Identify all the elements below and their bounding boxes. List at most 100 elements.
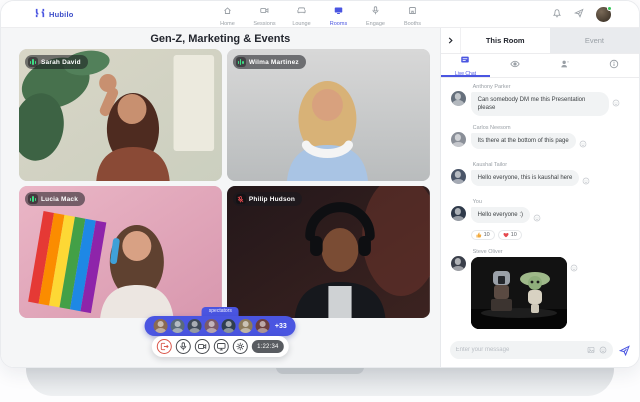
spectators-pill[interactable]: +33 bbox=[145, 316, 296, 336]
message-author: You bbox=[473, 199, 541, 205]
nav-label: Home bbox=[220, 21, 235, 27]
room-title: Gen-Z, Marketing & Events bbox=[1, 33, 440, 45]
call-timer: 1:22:34 bbox=[252, 340, 283, 353]
video-tile-sarah-david[interactable]: Sarah David bbox=[19, 49, 222, 181]
nav-item-lounge[interactable]: Lounge bbox=[283, 2, 320, 27]
content-area: Gen-Z, Marketing & Events bbox=[1, 28, 639, 368]
spectators-label: spectators bbox=[202, 307, 239, 316]
reaction-thumbs-up[interactable]: 10 bbox=[471, 230, 495, 240]
nav-item-rooms[interactable]: Rooms bbox=[320, 2, 357, 27]
message-bubble: Hello everyone, this is kaushal here bbox=[471, 170, 580, 186]
user-avatar[interactable] bbox=[596, 7, 611, 22]
chat-message-own: You Hello everyone :) 10 bbox=[451, 199, 629, 240]
hubilo-logo-icon bbox=[35, 5, 45, 23]
audio-active-icon bbox=[236, 57, 246, 67]
chat-message: Carlos Neesom Its there at the bottom of… bbox=[451, 125, 629, 153]
participant-name-pill: Wilma Martinez bbox=[233, 55, 306, 69]
live-chat-icon bbox=[460, 52, 470, 70]
spectator-avatar bbox=[188, 319, 202, 333]
video-grid: Sarah David bbox=[19, 49, 430, 318]
add-reaction-icon[interactable] bbox=[582, 172, 590, 190]
sidebar-header: This Room Event bbox=[441, 28, 639, 54]
video-tile-wilma-martinez[interactable]: Wilma Martinez bbox=[227, 49, 430, 181]
participant-name: Lucia Mack bbox=[41, 196, 78, 203]
subtab-info[interactable] bbox=[589, 54, 639, 77]
collapse-sidebar-button[interactable] bbox=[441, 28, 461, 53]
send-message-icon[interactable] bbox=[619, 345, 630, 356]
leave-room-button[interactable] bbox=[157, 339, 172, 354]
reaction-count: 10 bbox=[511, 232, 517, 238]
chat-message: Kaushal Tailor Hello everyone, this is k… bbox=[451, 162, 629, 190]
spectator-avatar bbox=[256, 319, 270, 333]
tab-event[interactable]: Event bbox=[550, 28, 639, 53]
main-nav: Home Sessions Lounge bbox=[209, 2, 431, 27]
message-bubble: Can somebody DM me this Presentation ple… bbox=[471, 92, 609, 116]
subtab-label: Live Chat bbox=[455, 71, 476, 77]
mic-muted-icon bbox=[236, 194, 246, 204]
spectator-avatar bbox=[154, 319, 168, 333]
message-author: Steve Oliver bbox=[473, 249, 578, 255]
share-send-icon[interactable] bbox=[574, 5, 584, 23]
spectator-avatar bbox=[239, 319, 253, 333]
call-controls-bar: 1:22:34 bbox=[152, 336, 288, 357]
right-sidebar: This Room Event Live Chat bbox=[440, 28, 639, 368]
laptop-mockup: Hubilo Home Sessions bbox=[0, 0, 640, 402]
spectators-widget: spectators +33 bbox=[145, 307, 296, 336]
settings-gear-button[interactable] bbox=[233, 339, 248, 354]
sessions-icon bbox=[260, 2, 269, 20]
chat-message-image: Steve Oliver bbox=[451, 249, 629, 329]
camera-button[interactable] bbox=[195, 339, 210, 354]
screen-share-button[interactable] bbox=[214, 339, 229, 354]
chat-message-input[interactable] bbox=[456, 347, 583, 353]
engage-icon bbox=[371, 2, 380, 20]
laptop-base-notch bbox=[276, 367, 364, 374]
participant-name-pill: Sarah David bbox=[25, 55, 88, 69]
video-tile-philip-hudson[interactable]: Philip Hudson bbox=[227, 186, 430, 318]
live-chat-feed: Anthony Parker Can somebody DM me this P… bbox=[441, 78, 639, 335]
audio-active-icon bbox=[28, 194, 38, 204]
nav-label: Sessions bbox=[253, 21, 275, 27]
microphone-button[interactable] bbox=[176, 339, 191, 354]
emoji-icon[interactable] bbox=[599, 346, 607, 354]
room-stage: Gen-Z, Marketing & Events bbox=[1, 28, 440, 368]
image-content bbox=[471, 257, 567, 329]
chat-avatar bbox=[451, 91, 466, 106]
video-tile-lucia-mack[interactable]: Lucia Mack bbox=[19, 186, 222, 318]
spectator-avatar bbox=[171, 319, 185, 333]
notifications-bell-icon[interactable] bbox=[552, 5, 562, 23]
rooms-icon bbox=[334, 2, 343, 20]
hubilo-logo[interactable]: Hubilo bbox=[35, 5, 74, 23]
home-icon bbox=[223, 2, 232, 20]
subtab-attendees[interactable] bbox=[540, 54, 590, 77]
participant-name: Philip Hudson bbox=[249, 196, 295, 203]
add-reaction-icon[interactable] bbox=[579, 135, 587, 153]
chat-avatar bbox=[451, 206, 466, 221]
message-author: Anthony Parker bbox=[473, 84, 620, 90]
app-window: Hubilo Home Sessions bbox=[0, 0, 640, 368]
nav-label: Lounge bbox=[292, 21, 310, 27]
subtab-live-chat[interactable]: Live Chat bbox=[441, 54, 491, 77]
nav-label: Rooms bbox=[330, 21, 347, 27]
eye-icon bbox=[510, 56, 520, 74]
nav-item-sessions[interactable]: Sessions bbox=[246, 2, 283, 27]
nav-item-engage[interactable]: Engage bbox=[357, 2, 394, 27]
lounge-icon bbox=[297, 2, 306, 20]
message-reactions: 10 10 bbox=[471, 230, 541, 240]
participant-name: Sarah David bbox=[41, 59, 81, 66]
nav-label: Booths bbox=[404, 21, 421, 27]
add-reaction-icon[interactable] bbox=[612, 94, 620, 112]
shared-image-lego-figures[interactable] bbox=[471, 257, 567, 329]
chat-avatar bbox=[451, 169, 466, 184]
nav-item-booths[interactable]: Booths bbox=[394, 2, 431, 27]
participant-name: Wilma Martinez bbox=[249, 59, 299, 66]
reaction-heart[interactable]: 10 bbox=[498, 230, 522, 240]
message-bubble: Hello everyone :) bbox=[471, 207, 530, 223]
subtab-viewers[interactable] bbox=[490, 54, 540, 77]
nav-item-home[interactable]: Home bbox=[209, 2, 246, 27]
add-reaction-icon[interactable] bbox=[570, 259, 578, 277]
chat-input-bar bbox=[441, 335, 639, 368]
message-author: Kaushal Tailor bbox=[473, 162, 591, 168]
attach-image-icon[interactable] bbox=[587, 346, 595, 354]
tab-this-room[interactable]: This Room bbox=[461, 28, 550, 53]
add-reaction-icon[interactable] bbox=[533, 209, 541, 227]
